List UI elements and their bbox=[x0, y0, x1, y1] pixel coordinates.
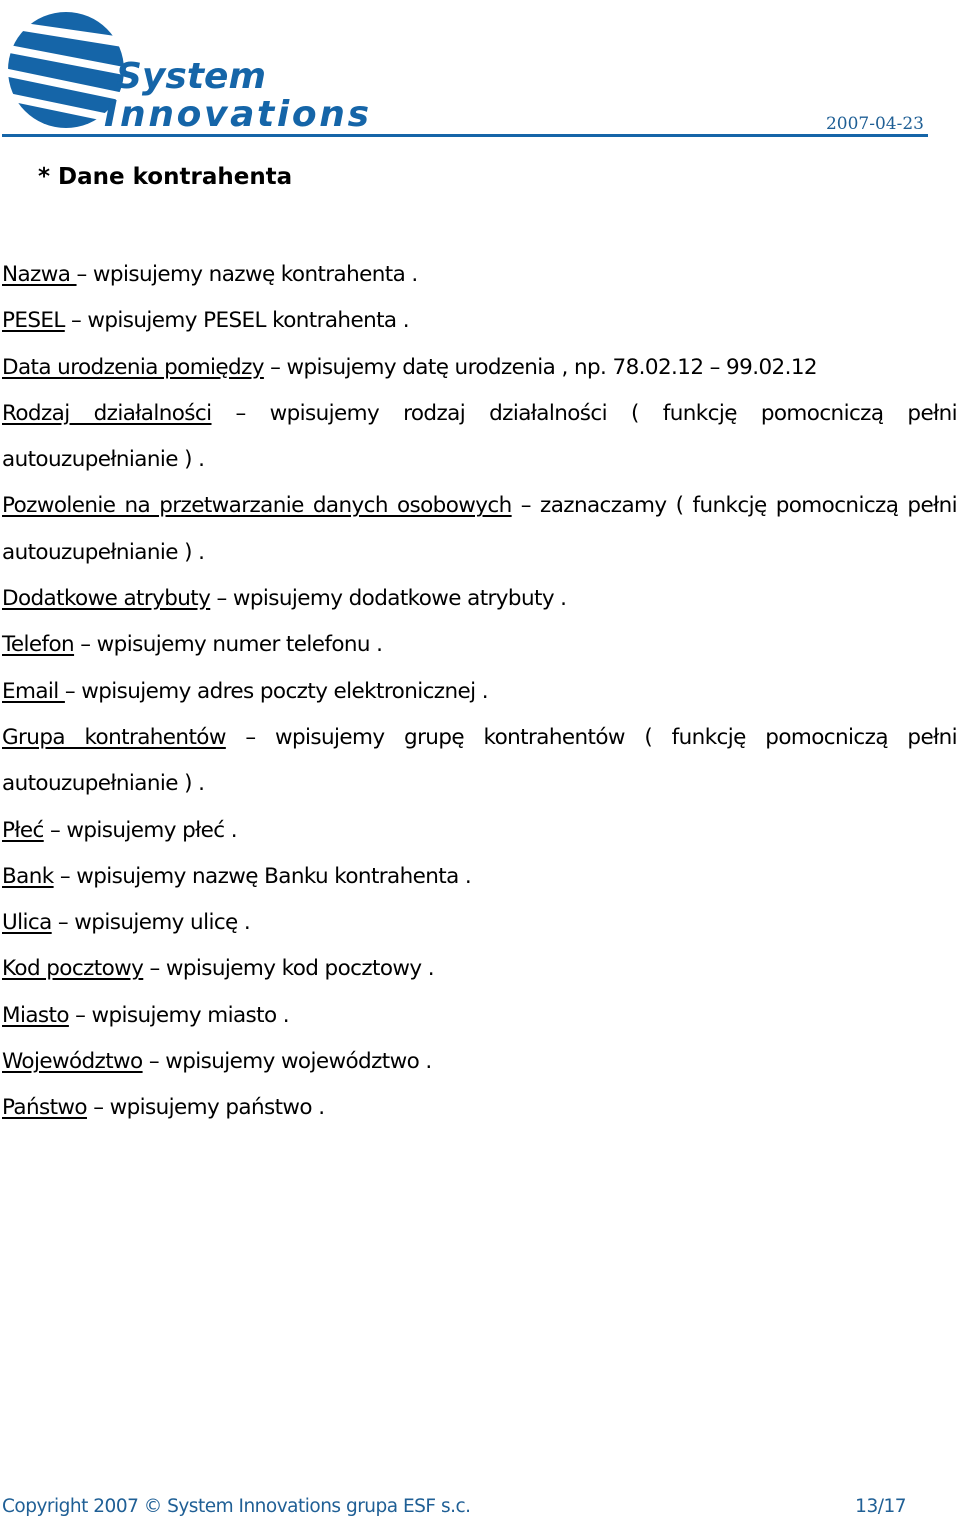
copyright-text: Copyright 2007 © System Innovations grup… bbox=[2, 1496, 471, 1517]
field-term: Województwo bbox=[2, 1049, 143, 1075]
field-term: Bank bbox=[2, 863, 54, 889]
field-description: Miasto – wpisujemy miasto . bbox=[2, 993, 957, 1039]
field-term: PESEL bbox=[2, 308, 65, 334]
field-text: – wpisujemy nazwę kontrahenta . bbox=[76, 262, 419, 287]
field-text: – wpisujemy państwo . bbox=[86, 1095, 325, 1121]
header-divider bbox=[2, 134, 928, 137]
field-text: – wpisujemy miasto . bbox=[68, 1002, 289, 1028]
field-term: Data urodzenia pomiędzy bbox=[2, 354, 264, 380]
field-description: Nazwa – wpisujemy nazwę kontrahenta . bbox=[2, 252, 957, 298]
field-description: Email – wpisujemy adres poczty elektroni… bbox=[2, 669, 957, 715]
field-term: Telefon bbox=[2, 632, 75, 658]
field-text: – wpisujemy datę urodzenia , np. 78.02.1… bbox=[263, 354, 817, 380]
document-date: 2007-04-23 bbox=[825, 114, 924, 134]
field-description: Pozwolenie na przetwarzanie danych osobo… bbox=[2, 483, 958, 576]
field-term: Email bbox=[2, 678, 65, 704]
field-description: Płeć – wpisujemy płeć . bbox=[2, 808, 957, 854]
field-text: – wpisujemy dodatkowe atrybuty . bbox=[210, 586, 567, 612]
field-text: – wpisujemy województwo . bbox=[142, 1049, 432, 1075]
page-footer: Copyright 2007 © System Innovations grup… bbox=[2, 1496, 906, 1517]
field-description: Bank – wpisujemy nazwę Banku kontrahenta… bbox=[2, 854, 957, 900]
field-term: Ulica bbox=[2, 910, 52, 936]
field-description: Państwo – wpisujemy państwo . bbox=[2, 1085, 957, 1131]
field-term: Płeć bbox=[2, 817, 44, 843]
field-descriptions: Nazwa – wpisujemy nazwę kontrahenta . PES… bbox=[2, 252, 958, 1132]
field-description: Dodatkowe atrybuty – wpisujemy dodatkowe… bbox=[2, 576, 957, 622]
logo-text-innovations: Innovations bbox=[104, 94, 369, 133]
field-text: – wpisujemy adres poczty elektronicznej … bbox=[64, 678, 489, 704]
field-description: Telefon – wpisujemy numer telefonu . bbox=[2, 622, 957, 668]
field-term: Grupa kontrahentów bbox=[2, 724, 226, 750]
field-text: – wpisujemy nazwę Banku kontrahenta . bbox=[53, 863, 472, 889]
field-text: – wpisujemy ulicę . bbox=[51, 910, 251, 936]
field-text: – wpisujemy numer telefonu . bbox=[74, 632, 383, 658]
field-term: Kod pocztowy bbox=[2, 956, 144, 982]
company-logo: System Innovations bbox=[8, 12, 369, 133]
field-text: – wpisujemy kod pocztowy . bbox=[143, 956, 435, 982]
field-term: Pozwolenie na przetwarzanie danych osobo… bbox=[2, 493, 512, 519]
field-term: Miasto bbox=[2, 1002, 69, 1028]
field-term: Nazwa bbox=[2, 262, 77, 287]
field-description: Województwo – wpisujemy województwo . bbox=[2, 1039, 957, 1085]
field-description: Kod pocztowy – wpisujemy kod pocztowy . bbox=[2, 946, 957, 992]
logo-text-system: System bbox=[116, 56, 266, 97]
field-text: – wpisujemy PESEL kontrahenta . bbox=[64, 308, 410, 334]
field-term: Rodzaj działalności bbox=[2, 400, 212, 426]
field-description: Data urodzenia pomiędzy – wpisujemy datę… bbox=[2, 345, 957, 391]
section-title: * Dane kontrahenta bbox=[38, 164, 293, 190]
page-number: 13/17 bbox=[855, 1496, 906, 1517]
field-term: Państwo bbox=[2, 1095, 88, 1121]
field-description: PESEL – wpisujemy PESEL kontrahenta . bbox=[2, 298, 957, 344]
field-description: Ulica – wpisujemy ulicę . bbox=[2, 900, 957, 946]
field-description: Grupa kontrahentów – wpisujemy grupę kon… bbox=[2, 715, 958, 808]
field-description: Rodzaj działalności – wpisujemy rodzaj d… bbox=[2, 391, 958, 484]
field-term: Dodatkowe atrybuty bbox=[2, 586, 211, 612]
field-text: – wpisujemy płeć . bbox=[43, 817, 238, 843]
